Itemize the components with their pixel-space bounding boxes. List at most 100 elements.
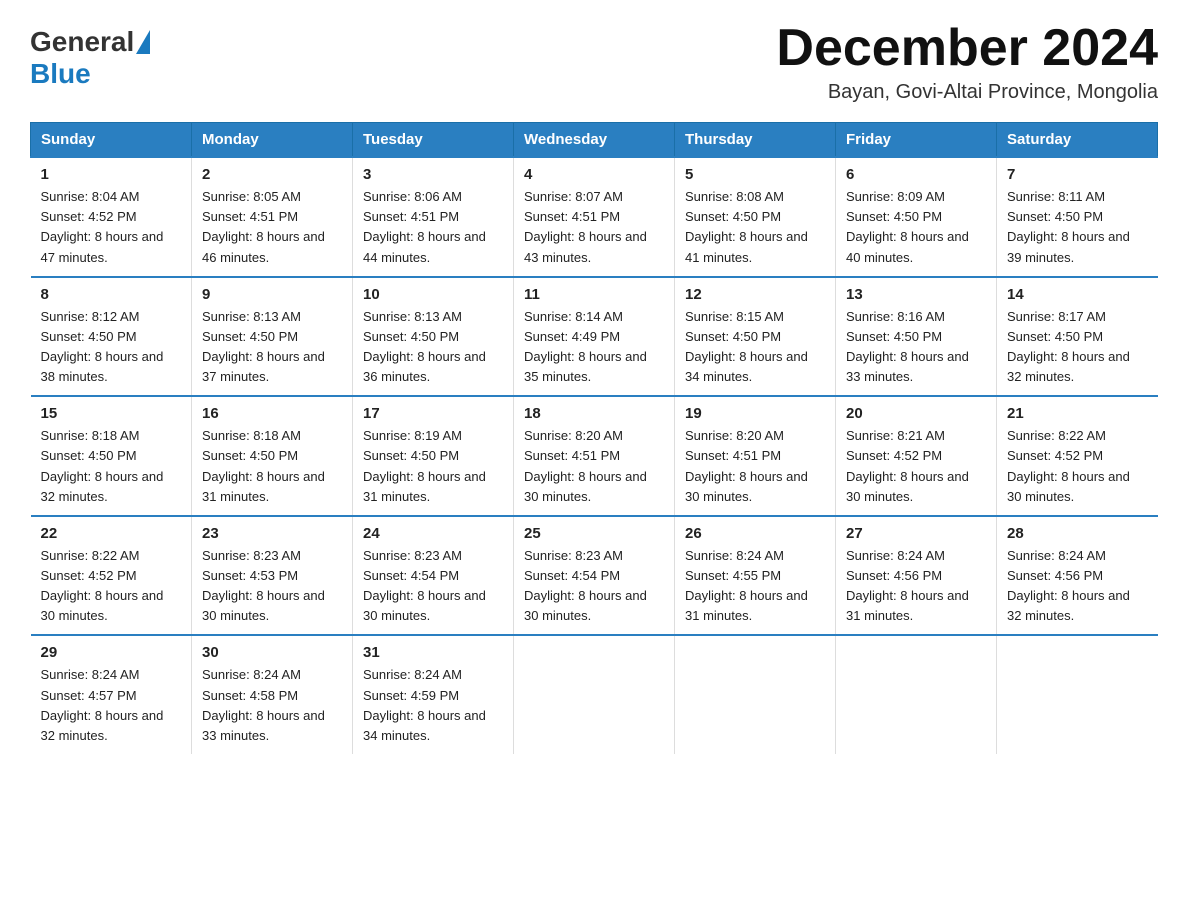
day-info: Sunrise: 8:16 AMSunset: 4:50 PMDaylight:… [846, 307, 986, 388]
day-number: 28 [1007, 525, 1148, 542]
day-cell: 23 Sunrise: 8:23 AMSunset: 4:53 PMDaylig… [192, 516, 353, 636]
day-number: 7 [1007, 166, 1148, 183]
month-title: December 2024 [776, 20, 1158, 77]
day-info: Sunrise: 8:18 AMSunset: 4:50 PMDaylight:… [202, 426, 342, 507]
day-info: Sunrise: 8:24 AMSunset: 4:56 PMDaylight:… [1007, 546, 1148, 627]
day-number: 29 [41, 644, 182, 661]
day-cell: 5 Sunrise: 8:08 AMSunset: 4:50 PMDayligh… [675, 157, 836, 277]
day-info: Sunrise: 8:17 AMSunset: 4:50 PMDaylight:… [1007, 307, 1148, 388]
calendar-table: SundayMondayTuesdayWednesdayThursdayFrid… [30, 122, 1158, 754]
day-info: Sunrise: 8:24 AMSunset: 4:56 PMDaylight:… [846, 546, 986, 627]
col-header-friday: Friday [836, 123, 997, 158]
logo: General Blue [30, 26, 152, 90]
day-cell: 3 Sunrise: 8:06 AMSunset: 4:51 PMDayligh… [353, 157, 514, 277]
day-info: Sunrise: 8:06 AMSunset: 4:51 PMDaylight:… [363, 187, 503, 268]
week-row-2: 8 Sunrise: 8:12 AMSunset: 4:50 PMDayligh… [31, 277, 1158, 397]
day-number: 9 [202, 286, 342, 303]
day-cell: 16 Sunrise: 8:18 AMSunset: 4:50 PMDaylig… [192, 396, 353, 516]
day-cell: 27 Sunrise: 8:24 AMSunset: 4:56 PMDaylig… [836, 516, 997, 636]
day-info: Sunrise: 8:24 AMSunset: 4:57 PMDaylight:… [41, 665, 182, 746]
day-info: Sunrise: 8:22 AMSunset: 4:52 PMDaylight:… [1007, 426, 1148, 507]
day-number: 25 [524, 525, 664, 542]
day-number: 15 [41, 405, 182, 422]
day-info: Sunrise: 8:18 AMSunset: 4:50 PMDaylight:… [41, 426, 182, 507]
day-number: 2 [202, 166, 342, 183]
logo-triangle-icon [136, 30, 150, 54]
week-row-3: 15 Sunrise: 8:18 AMSunset: 4:50 PMDaylig… [31, 396, 1158, 516]
day-number: 17 [363, 405, 503, 422]
day-info: Sunrise: 8:23 AMSunset: 4:53 PMDaylight:… [202, 546, 342, 627]
day-number: 21 [1007, 405, 1148, 422]
page-header: General Blue December 2024 Bayan, Govi-A… [30, 20, 1158, 104]
day-cell: 30 Sunrise: 8:24 AMSunset: 4:58 PMDaylig… [192, 635, 353, 754]
day-info: Sunrise: 8:20 AMSunset: 4:51 PMDaylight:… [524, 426, 664, 507]
day-cell: 7 Sunrise: 8:11 AMSunset: 4:50 PMDayligh… [997, 157, 1158, 277]
day-cell: 9 Sunrise: 8:13 AMSunset: 4:50 PMDayligh… [192, 277, 353, 397]
day-number: 14 [1007, 286, 1148, 303]
day-cell: 19 Sunrise: 8:20 AMSunset: 4:51 PMDaylig… [675, 396, 836, 516]
location-subtitle: Bayan, Govi-Altai Province, Mongolia [776, 81, 1158, 104]
header-row: SundayMondayTuesdayWednesdayThursdayFrid… [31, 123, 1158, 158]
day-number: 27 [846, 525, 986, 542]
day-info: Sunrise: 8:09 AMSunset: 4:50 PMDaylight:… [846, 187, 986, 268]
day-info: Sunrise: 8:14 AMSunset: 4:49 PMDaylight:… [524, 307, 664, 388]
day-cell: 2 Sunrise: 8:05 AMSunset: 4:51 PMDayligh… [192, 157, 353, 277]
day-cell: 18 Sunrise: 8:20 AMSunset: 4:51 PMDaylig… [514, 396, 675, 516]
day-cell: 14 Sunrise: 8:17 AMSunset: 4:50 PMDaylig… [997, 277, 1158, 397]
day-info: Sunrise: 8:15 AMSunset: 4:50 PMDaylight:… [685, 307, 825, 388]
day-number: 8 [41, 286, 182, 303]
day-info: Sunrise: 8:19 AMSunset: 4:50 PMDaylight:… [363, 426, 503, 507]
day-cell: 4 Sunrise: 8:07 AMSunset: 4:51 PMDayligh… [514, 157, 675, 277]
day-cell: 24 Sunrise: 8:23 AMSunset: 4:54 PMDaylig… [353, 516, 514, 636]
day-info: Sunrise: 8:07 AMSunset: 4:51 PMDaylight:… [524, 187, 664, 268]
day-cell [514, 635, 675, 754]
day-number: 22 [41, 525, 182, 542]
day-number: 20 [846, 405, 986, 422]
day-info: Sunrise: 8:08 AMSunset: 4:50 PMDaylight:… [685, 187, 825, 268]
day-number: 4 [524, 166, 664, 183]
day-number: 23 [202, 525, 342, 542]
day-cell: 1 Sunrise: 8:04 AMSunset: 4:52 PMDayligh… [31, 157, 192, 277]
day-info: Sunrise: 8:13 AMSunset: 4:50 PMDaylight:… [363, 307, 503, 388]
day-number: 18 [524, 405, 664, 422]
day-number: 5 [685, 166, 825, 183]
day-number: 1 [41, 166, 182, 183]
day-info: Sunrise: 8:04 AMSunset: 4:52 PMDaylight:… [41, 187, 182, 268]
day-info: Sunrise: 8:24 AMSunset: 4:58 PMDaylight:… [202, 665, 342, 746]
day-info: Sunrise: 8:22 AMSunset: 4:52 PMDaylight:… [41, 546, 182, 627]
day-cell: 26 Sunrise: 8:24 AMSunset: 4:55 PMDaylig… [675, 516, 836, 636]
day-number: 19 [685, 405, 825, 422]
day-info: Sunrise: 8:24 AMSunset: 4:55 PMDaylight:… [685, 546, 825, 627]
logo-general-text: General [30, 26, 134, 58]
day-info: Sunrise: 8:24 AMSunset: 4:59 PMDaylight:… [363, 665, 503, 746]
col-header-tuesday: Tuesday [353, 123, 514, 158]
day-cell: 21 Sunrise: 8:22 AMSunset: 4:52 PMDaylig… [997, 396, 1158, 516]
day-number: 24 [363, 525, 503, 542]
day-cell: 31 Sunrise: 8:24 AMSunset: 4:59 PMDaylig… [353, 635, 514, 754]
day-info: Sunrise: 8:13 AMSunset: 4:50 PMDaylight:… [202, 307, 342, 388]
day-cell: 20 Sunrise: 8:21 AMSunset: 4:52 PMDaylig… [836, 396, 997, 516]
week-row-1: 1 Sunrise: 8:04 AMSunset: 4:52 PMDayligh… [31, 157, 1158, 277]
day-number: 13 [846, 286, 986, 303]
day-info: Sunrise: 8:21 AMSunset: 4:52 PMDaylight:… [846, 426, 986, 507]
day-number: 12 [685, 286, 825, 303]
day-cell [836, 635, 997, 754]
day-number: 26 [685, 525, 825, 542]
week-row-4: 22 Sunrise: 8:22 AMSunset: 4:52 PMDaylig… [31, 516, 1158, 636]
day-cell: 13 Sunrise: 8:16 AMSunset: 4:50 PMDaylig… [836, 277, 997, 397]
day-cell: 12 Sunrise: 8:15 AMSunset: 4:50 PMDaylig… [675, 277, 836, 397]
day-number: 16 [202, 405, 342, 422]
day-number: 11 [524, 286, 664, 303]
day-cell [997, 635, 1158, 754]
col-header-thursday: Thursday [675, 123, 836, 158]
logo-blue-text: Blue [30, 58, 91, 90]
day-number: 31 [363, 644, 503, 661]
day-number: 3 [363, 166, 503, 183]
day-cell: 8 Sunrise: 8:12 AMSunset: 4:50 PMDayligh… [31, 277, 192, 397]
day-cell: 11 Sunrise: 8:14 AMSunset: 4:49 PMDaylig… [514, 277, 675, 397]
day-number: 6 [846, 166, 986, 183]
day-cell: 29 Sunrise: 8:24 AMSunset: 4:57 PMDaylig… [31, 635, 192, 754]
day-info: Sunrise: 8:23 AMSunset: 4:54 PMDaylight:… [524, 546, 664, 627]
day-cell: 17 Sunrise: 8:19 AMSunset: 4:50 PMDaylig… [353, 396, 514, 516]
title-block: December 2024 Bayan, Govi-Altai Province… [776, 20, 1158, 104]
